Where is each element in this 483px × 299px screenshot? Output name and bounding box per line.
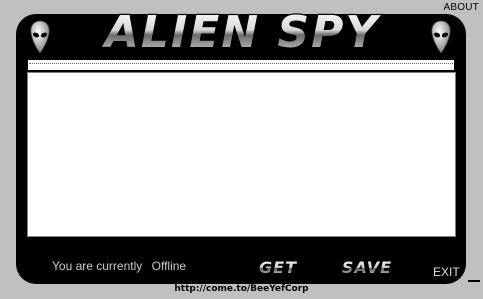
url-input[interactable] — [27, 59, 455, 71]
get-button[interactable]: GET — [248, 256, 308, 278]
app-title-logo: ALIEN SPY — [101, 6, 382, 56]
status-value: Offline — [151, 259, 187, 273]
exit-button[interactable]: EXIT — [433, 265, 460, 279]
exit-underline — [468, 280, 480, 282]
footer-link[interactable]: http://come.to/BeeYefCorp — [0, 284, 483, 294]
alien-head-icon — [30, 20, 50, 54]
alien-head-icon — [431, 20, 451, 54]
get-button-label: GET — [259, 258, 297, 277]
save-button-label: SAVE — [342, 258, 392, 277]
about-link[interactable]: ABOUT — [444, 2, 479, 13]
content-area[interactable] — [27, 72, 456, 237]
status-prefix: You are currently — [52, 259, 143, 273]
save-button[interactable]: SAVE — [328, 256, 406, 278]
app-title-text: ALIEN SPY — [102, 7, 382, 56]
connection-status: You are currently Offline — [52, 259, 186, 273]
